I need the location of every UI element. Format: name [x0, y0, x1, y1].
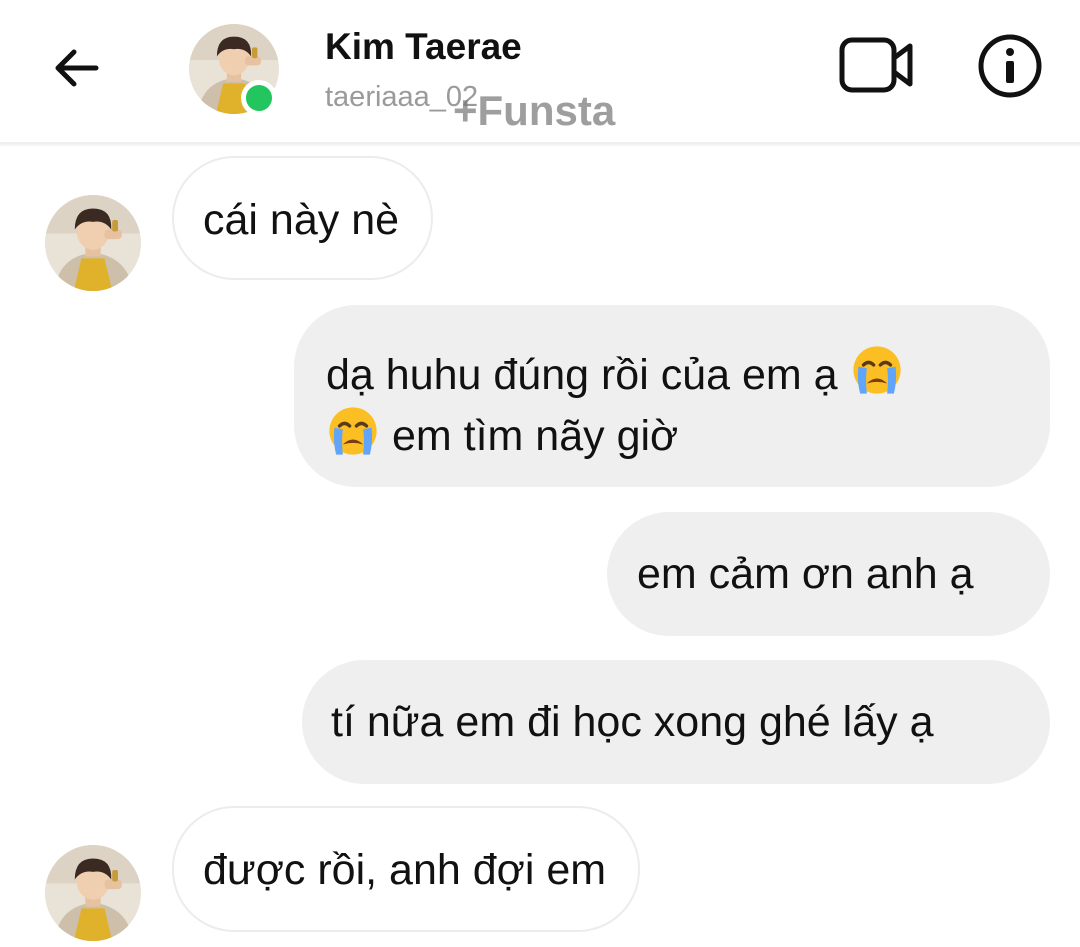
message-bubble-outgoing[interactable]: dạ huhu đúng rồi của em ạ em tìm nãy giờ: [294, 305, 1050, 487]
arrow-left-icon: [55, 49, 99, 87]
watermark: +Funsta: [453, 87, 616, 134]
header-divider: [0, 142, 1080, 146]
message-text: em tìm nãy giờ: [391, 412, 679, 460]
message-text: tí nữa em đi học xong ghé lấy ạ: [331, 698, 934, 746]
info-icon: [978, 34, 1042, 98]
online-status-indicator: [241, 80, 277, 116]
info-button[interactable]: [974, 30, 1046, 102]
message-text: em cảm ơn anh ạ: [637, 550, 974, 598]
contact-name[interactable]: Kim Taerae: [325, 26, 522, 68]
chat-header: Kim Taerae taeriaaa_02 +Funsta: [0, 0, 1080, 142]
message-text: được rồi, anh đợi em: [203, 846, 607, 894]
avatar[interactable]: [45, 195, 141, 291]
message-bubble-outgoing[interactable]: tí nữa em đi học xong ghé lấy ạ: [302, 660, 1050, 784]
video-call-button[interactable]: [834, 30, 918, 100]
loudly-crying-face-icon: [850, 343, 904, 397]
message-bubble-incoming[interactable]: cái này nè: [172, 156, 434, 280]
video-camera-icon: [839, 37, 913, 93]
message-text: dạ huhu đúng rồi của em ạ: [326, 351, 838, 399]
loudly-crying-face-icon: [326, 404, 380, 458]
message-text: cái này nè: [203, 196, 400, 244]
back-button[interactable]: [44, 36, 108, 100]
message-bubble-incoming[interactable]: được rồi, anh đợi em: [172, 806, 641, 932]
message-bubble-outgoing[interactable]: em cảm ơn anh ạ: [607, 512, 1050, 636]
avatar[interactable]: [45, 845, 141, 941]
